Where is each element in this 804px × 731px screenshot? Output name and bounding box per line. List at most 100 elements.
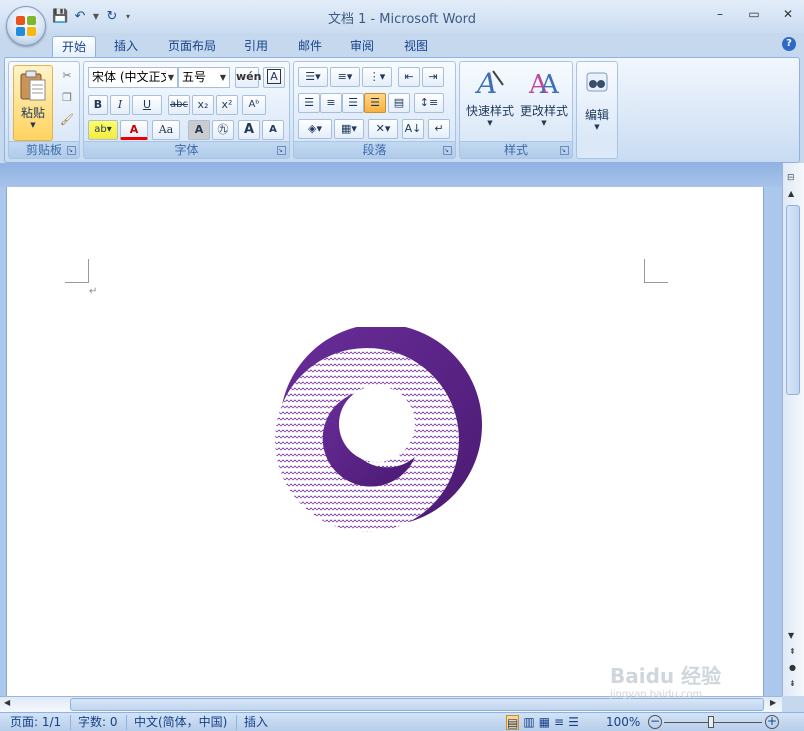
watermark-text: Baidu 经验 (610, 664, 722, 688)
shading-icon[interactable]: ◈▾ (298, 119, 332, 139)
font-size-value: 五号 (182, 70, 207, 84)
paragraph-launcher-icon[interactable]: ↘ (443, 146, 452, 155)
vertical-scroll-thumb[interactable] (786, 205, 800, 395)
multilevel-list-icon[interactable]: ⋮▾ (362, 67, 392, 87)
close-button[interactable]: ✕ (780, 6, 796, 22)
justify-icon[interactable]: ☰ (364, 93, 386, 113)
tab-references[interactable]: 引用 (234, 36, 278, 58)
change-case-button[interactable]: Aa (152, 120, 180, 140)
increase-indent-icon[interactable]: ⇥ (422, 67, 444, 87)
maximize-button[interactable]: ▭ (746, 6, 762, 22)
vertical-scrollbar[interactable]: ⊟ ▲ ▼ ⇞ ● ⇟ (782, 163, 804, 696)
change-styles-icon: A A (528, 70, 560, 100)
copy-icon[interactable]: ❐ (57, 88, 77, 106)
page-count[interactable]: 页面: 1/1 (10, 715, 61, 730)
bold-button[interactable]: B (88, 95, 108, 115)
font-color-button[interactable]: A (120, 120, 148, 140)
zoom-in-icon[interactable]: + (765, 715, 779, 729)
character-border-icon[interactable]: A (263, 67, 285, 88)
align-left-icon[interactable]: ☰ (298, 93, 320, 113)
font-launcher-icon[interactable]: ↘ (277, 146, 286, 155)
character-shading-icon[interactable]: A (188, 120, 210, 140)
minimize-button[interactable]: – (712, 6, 728, 22)
scroll-left-icon[interactable]: ◀ (4, 698, 10, 707)
line-spacing-icon[interactable]: ↕≡ (414, 93, 444, 113)
phonetic-guide-icon[interactable]: wén (235, 67, 261, 88)
purple-ring-shape[interactable] (269, 327, 489, 547)
highlight-button[interactable]: ab▾ (88, 120, 118, 140)
paragraph-group-label: 段落 (294, 141, 455, 158)
tab-home[interactable]: 开始 (52, 36, 96, 58)
browse-object-icon[interactable]: ● (789, 663, 796, 672)
draft-icon[interactable]: ☰ (568, 715, 579, 730)
tab-page-layout[interactable]: 页面布局 (158, 36, 226, 58)
status-bar: 页面: 1/1 字数: 0 中文(简体，中国) 插入 ▤ ▥ ▦ ≡ ☰ 100… (0, 712, 804, 731)
grow-font-button[interactable]: A (238, 120, 260, 140)
align-right-icon[interactable]: ☰ (342, 93, 364, 113)
next-page-icon[interactable]: ⇟ (789, 679, 796, 688)
word-count[interactable]: 字数: 0 (78, 715, 118, 730)
print-layout-icon[interactable]: ▤ (506, 715, 520, 730)
paste-icon (20, 70, 46, 101)
tab-insert[interactable]: 插入 (104, 36, 148, 58)
change-styles-button[interactable]: A A 更改样式 ▼ (517, 65, 571, 139)
previous-page-icon[interactable]: ⇞ (789, 647, 796, 656)
cut-icon[interactable]: ✂ (57, 66, 77, 84)
chinese-layout-icon[interactable]: ✕▾ (368, 119, 398, 139)
numbering-icon[interactable]: ≡▾ (330, 67, 360, 87)
paragraph-group: ☰▾ ≡▾ ⋮▾ ⇤ ⇥ ☰ ≡ ☰ ☰ ▤ ↕≡ ◈▾ ▦▾ ✕▾ A↓ ↵ … (293, 61, 456, 159)
office-button[interactable] (6, 6, 46, 46)
borders-icon[interactable]: ▦▾ (334, 119, 364, 139)
ruler-toggle-icon[interactable]: ⊟ (787, 173, 795, 183)
paste-button[interactable]: 粘贴 ▼ (13, 65, 53, 141)
editing-button[interactable]: 编辑 ▼ (580, 65, 614, 139)
styles-launcher-icon[interactable]: ↘ (560, 146, 569, 155)
font-name-select[interactable]: 宋体 (中文正文) ▼ (88, 67, 178, 88)
strikethrough-button[interactable]: abc (168, 95, 190, 115)
chevron-down-icon: ▼ (219, 73, 226, 82)
insert-mode-status[interactable]: 插入 (244, 715, 268, 730)
enclose-characters-icon[interactable]: ㊈ (212, 120, 234, 140)
superscript-button[interactable]: x² (216, 95, 238, 115)
change-styles-label: 更改样式 (519, 104, 568, 118)
help-icon[interactable]: ? (782, 37, 796, 51)
tab-mailings[interactable]: 邮件 (288, 36, 332, 58)
status-separator (236, 715, 237, 730)
decrease-indent-icon[interactable]: ⇤ (398, 67, 420, 87)
zoom-level[interactable]: 100% (606, 715, 640, 730)
clipboard-group: 粘贴 ▼ ✂ ❐ 🖌 剪贴板 ↘ (8, 61, 80, 159)
zoom-slider-thumb[interactable] (708, 716, 714, 728)
sort-icon[interactable]: A↓ (402, 119, 424, 139)
scroll-up-icon[interactable]: ▲ (788, 189, 794, 198)
watermark-url: jingyan.baidu.com (610, 689, 703, 700)
shrink-font-button[interactable]: A (262, 120, 284, 140)
quick-styles-button[interactable]: A 快速样式 ▼ (463, 65, 517, 139)
font-group-label: 字体 (84, 141, 289, 158)
clear-formatting-icon[interactable]: Aᵇ (242, 95, 266, 115)
font-size-select[interactable]: 五号 ▼ (178, 67, 230, 88)
bullets-icon[interactable]: ☰▾ (298, 67, 328, 87)
document-page[interactable]: ↵ (6, 187, 764, 696)
format-painter-icon[interactable]: 🖌 (57, 110, 77, 128)
status-separator (126, 715, 127, 730)
align-center-icon[interactable]: ≡ (320, 93, 342, 113)
web-layout-icon[interactable]: ▦ (539, 715, 550, 730)
tab-view[interactable]: 视图 (394, 36, 438, 58)
full-screen-reading-icon[interactable]: ▥ (523, 715, 534, 730)
outline-icon[interactable]: ≡ (554, 715, 564, 730)
crop-mark-right (644, 259, 668, 283)
clipboard-launcher-icon[interactable]: ↘ (67, 146, 76, 155)
language-status[interactable]: 中文(简体，中国) (134, 715, 227, 730)
zoom-out-icon[interactable]: − (648, 715, 662, 729)
status-separator (70, 715, 71, 730)
subscript-button[interactable]: x₂ (192, 95, 214, 115)
italic-button[interactable]: I (110, 95, 130, 115)
underline-button[interactable]: U (132, 95, 162, 115)
show-marks-icon[interactable]: ↵ (428, 119, 450, 139)
scroll-right-icon[interactable]: ▶ (770, 698, 776, 707)
editing-label: 编辑 (584, 108, 609, 122)
baidu-watermark: Baidu 经验 jingyan.baidu.com (610, 660, 770, 700)
scroll-down-icon[interactable]: ▼ (788, 631, 794, 640)
distributed-icon[interactable]: ▤ (388, 93, 410, 113)
tab-review[interactable]: 审阅 (340, 36, 384, 58)
